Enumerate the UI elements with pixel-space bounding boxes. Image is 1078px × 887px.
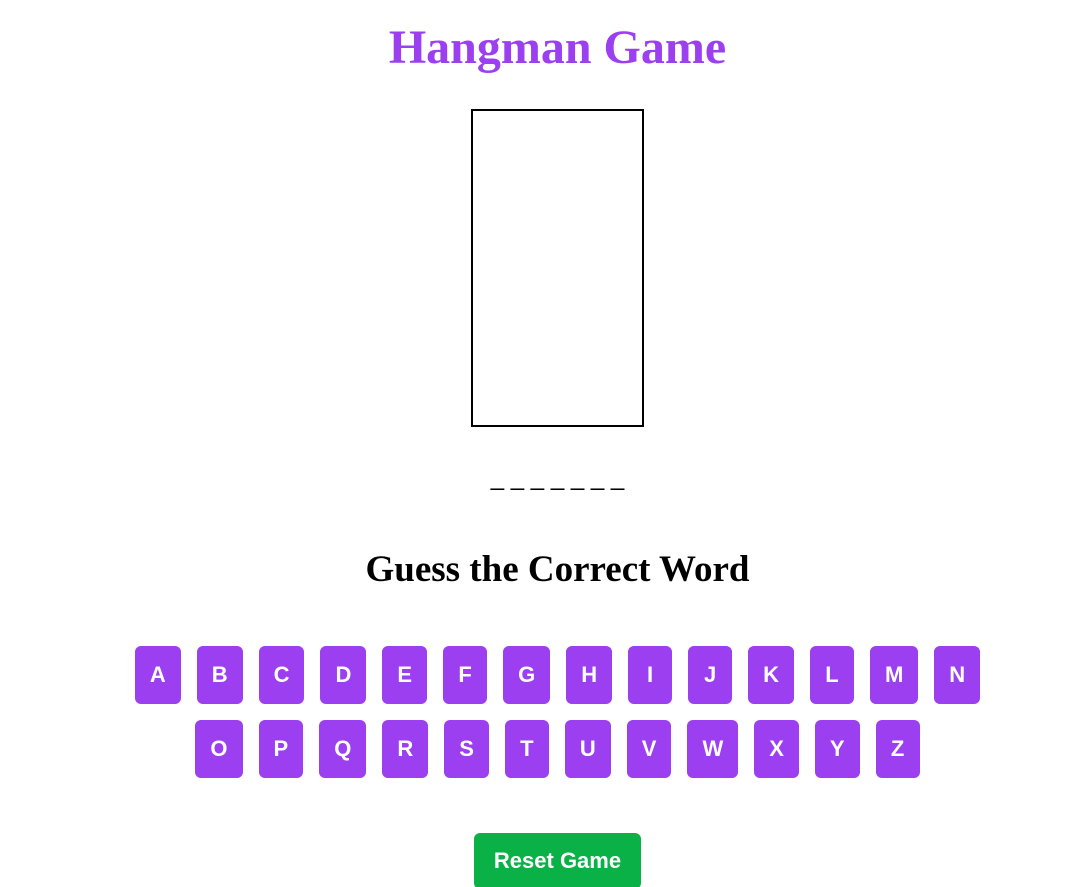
letter-key-z[interactable]: Z — [875, 720, 920, 778]
page-title: Hangman Game — [388, 21, 727, 74]
letter-key-y[interactable]: Y — [814, 720, 860, 778]
letter-key-p[interactable]: P — [258, 720, 304, 778]
letter-key-g[interactable]: G — [503, 646, 551, 704]
letter-key-b[interactable]: B — [196, 646, 243, 704]
hangman-drawing-area — [471, 109, 644, 427]
letter-key-t[interactable]: T — [504, 720, 549, 778]
letter-key-f[interactable]: F — [443, 646, 488, 704]
keyboard-row-1: ABCDEFGHIJKLMN — [0, 646, 1078, 704]
letter-key-s[interactable]: S — [444, 720, 489, 778]
letter-key-q[interactable]: Q — [319, 720, 367, 778]
reset-game-button[interactable]: Reset Game — [474, 833, 641, 887]
letter-key-h[interactable]: H — [566, 646, 613, 704]
letter-key-x[interactable]: X — [754, 720, 799, 778]
letter-key-r[interactable]: R — [382, 720, 429, 778]
guess-prompt: Guess the Correct Word — [365, 549, 750, 590]
letter-key-n[interactable]: N — [934, 646, 981, 704]
letter-key-l[interactable]: L — [809, 646, 854, 704]
letter-key-w[interactable]: W — [687, 720, 739, 778]
letter-key-j[interactable]: J — [688, 646, 733, 704]
letter-key-a[interactable]: A — [134, 646, 181, 704]
letter-key-m[interactable]: M — [869, 646, 919, 704]
letter-key-v[interactable]: V — [626, 720, 672, 778]
letter-key-d[interactable]: D — [320, 646, 367, 704]
letter-key-e[interactable]: E — [382, 646, 428, 704]
word-blanks: _ _ _ _ _ _ _ — [490, 464, 625, 491]
letter-key-i[interactable]: I — [628, 646, 673, 704]
keyboard-row-2: OPQRSTUVWXYZ — [0, 720, 1078, 778]
letter-key-c[interactable]: C — [258, 646, 305, 704]
letter-key-o[interactable]: O — [195, 720, 243, 778]
letter-key-u[interactable]: U — [564, 720, 611, 778]
letter-key-k[interactable]: K — [748, 646, 794, 704]
